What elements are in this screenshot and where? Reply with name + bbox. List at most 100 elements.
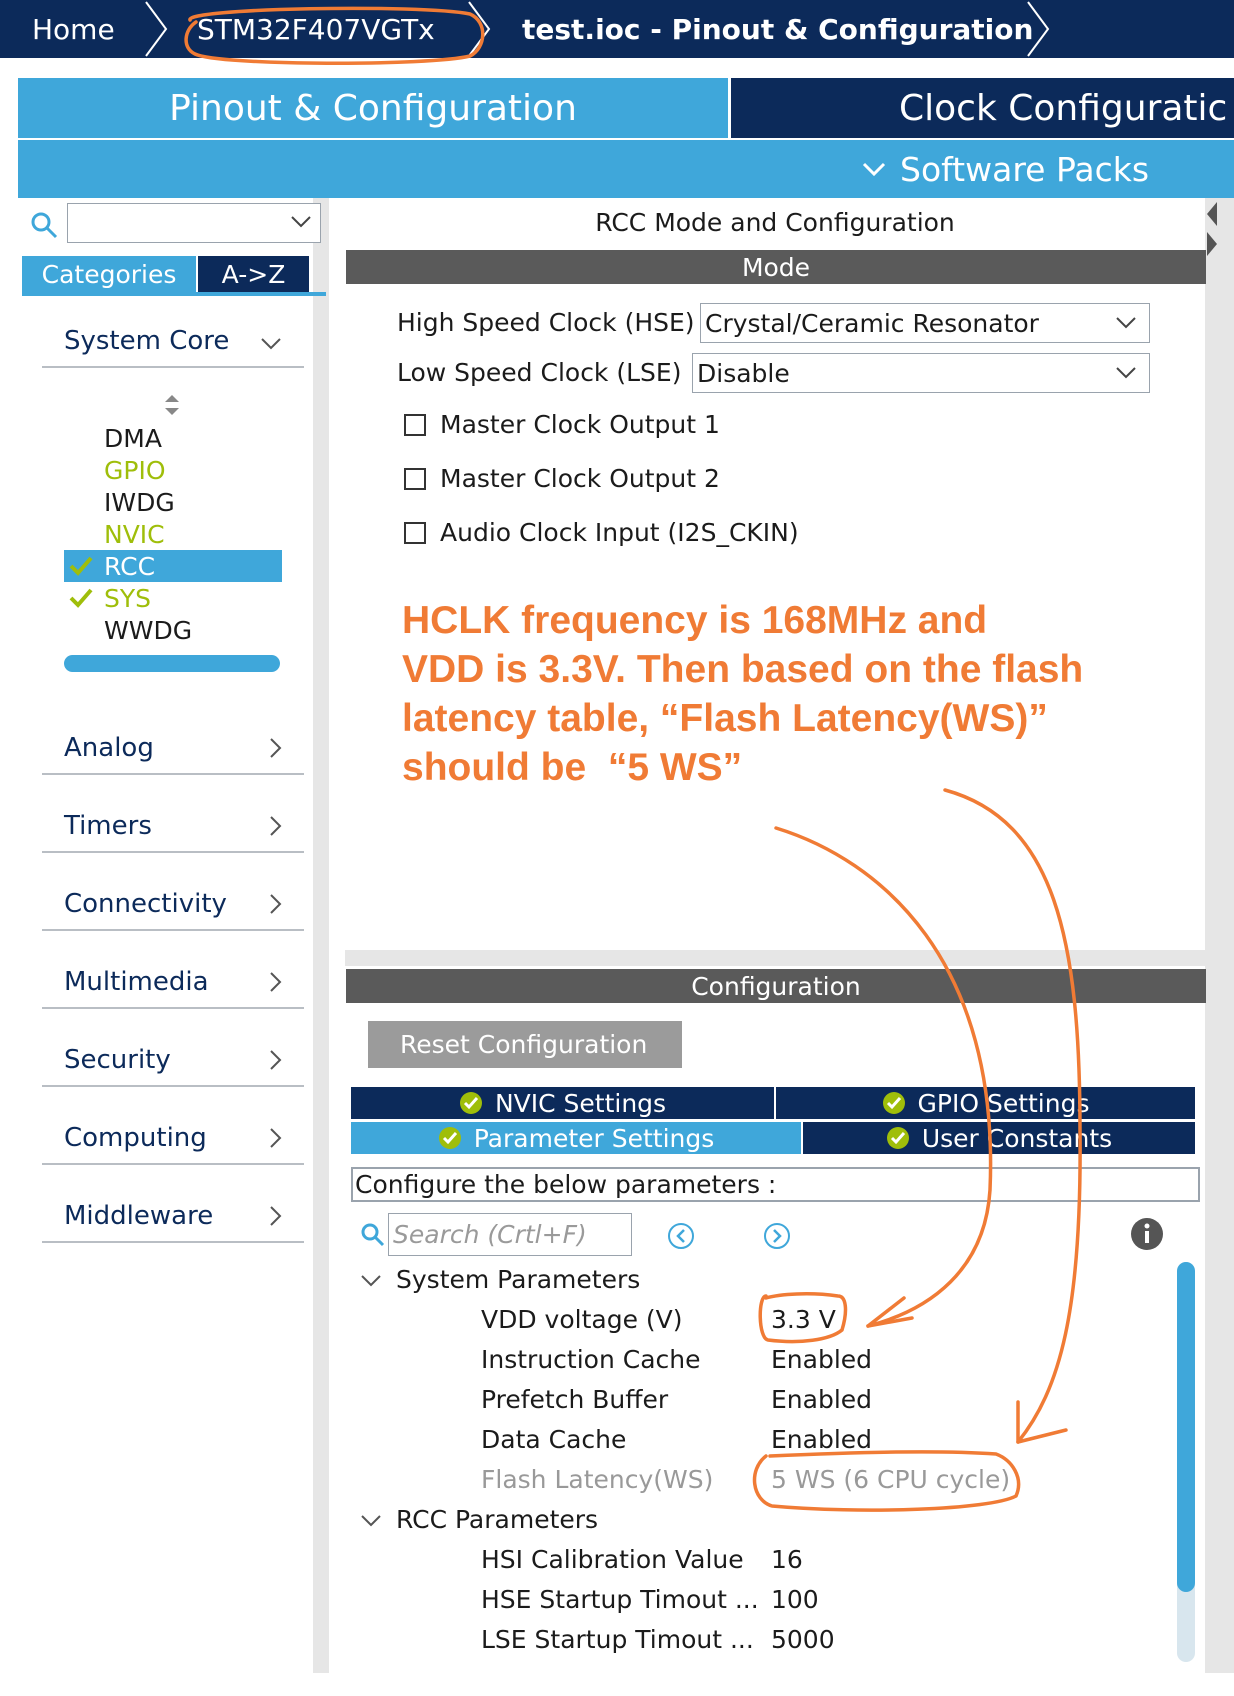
tab-categories[interactable]: Categories xyxy=(22,256,196,293)
tab-clock-configuration[interactable]: Clock Configuratic xyxy=(731,78,1234,138)
hse-label: High Speed Clock (HSE) xyxy=(397,308,695,337)
category-label: System Core xyxy=(64,326,230,356)
parameter-search-input[interactable]: Search (Crtl+F) xyxy=(388,1213,632,1256)
configure-parameters-label: Configure the below parameters : xyxy=(351,1167,1200,1202)
param-flash-latency-value: 5 WS (6 CPU cycle) xyxy=(771,1465,1011,1494)
category-item-wwdg[interactable]: WWDG xyxy=(104,614,192,646)
breadcrumb-device[interactable]: STM32F407VGTx xyxy=(197,0,435,58)
chevron-down-icon[interactable] xyxy=(360,1273,382,1289)
hse-select[interactable]: Crystal/Ceramic Resonator xyxy=(700,303,1150,343)
param-hse-timeout-value[interactable]: 100 xyxy=(771,1585,819,1614)
param-hsi-calibration-label: HSI Calibration Value xyxy=(481,1545,744,1574)
system-parameters-group[interactable]: System Parameters xyxy=(396,1265,640,1294)
mco1-checkbox[interactable] xyxy=(404,413,426,436)
category-multimedia[interactable]: Multimedia xyxy=(42,951,304,1009)
tab-parameter-settings[interactable]: Parameter Settings xyxy=(351,1122,801,1154)
breadcrumb-home[interactable]: Home xyxy=(32,0,115,58)
param-lse-timeout-value[interactable]: 5000 xyxy=(771,1625,835,1654)
chevron-right-icon xyxy=(270,972,282,992)
previous-result-icon[interactable] xyxy=(667,1222,695,1250)
hse-select-value: Crystal/Ceramic Resonator xyxy=(705,308,1039,338)
param-vdd-label: VDD voltage (V) xyxy=(481,1305,683,1334)
category-computing[interactable]: Computing xyxy=(42,1107,304,1165)
chevron-right-icon xyxy=(270,738,282,758)
sort-icon[interactable] xyxy=(163,393,181,417)
chevron-down-icon xyxy=(862,162,886,177)
lse-select[interactable]: Disable xyxy=(692,353,1150,393)
param-vdd-value[interactable]: 3.3 V xyxy=(771,1305,836,1334)
category-connectivity[interactable]: Connectivity xyxy=(42,873,304,931)
category-middleware[interactable]: Middleware xyxy=(42,1185,304,1243)
category-system-core[interactable]: System Core xyxy=(42,310,304,368)
param-hsi-calibration-value[interactable]: 16 xyxy=(771,1545,803,1574)
tab-gpio-settings[interactable]: GPIO Settings xyxy=(776,1087,1195,1119)
category-timers[interactable]: Timers xyxy=(42,795,304,853)
software-packs-label: Software Packs xyxy=(900,149,1150,189)
tab-label: Parameter Settings xyxy=(473,1123,715,1153)
software-packs-menu[interactable]: Software Packs xyxy=(862,140,1149,198)
mco2-checkbox[interactable] xyxy=(404,467,426,490)
category-item-iwdg[interactable]: IWDG xyxy=(104,486,175,518)
check-circle-icon xyxy=(438,1127,461,1149)
mco2-checkbox-row[interactable]: Master Clock Output 2 xyxy=(404,464,720,493)
mco1-checkbox-row[interactable]: Master Clock Output 1 xyxy=(404,410,720,439)
tab-label: GPIO Settings xyxy=(917,1088,1090,1118)
tab-label: User Constants xyxy=(921,1123,1113,1153)
i2s-ckin-checkbox-row[interactable]: Audio Clock Input (I2S_CKIN) xyxy=(404,518,799,547)
category-analog[interactable]: Analog xyxy=(42,717,304,775)
configuration-header: Configuration xyxy=(346,969,1206,1003)
i2s-ckin-label: Audio Clock Input (I2S_CKIN) xyxy=(440,518,799,547)
i2s-ckin-checkbox[interactable] xyxy=(404,521,426,544)
rcc-panel-title: RCC Mode and Configuration xyxy=(595,208,955,237)
param-icache-value[interactable]: Enabled xyxy=(771,1345,872,1374)
rcc-parameters-group[interactable]: RCC Parameters xyxy=(396,1505,598,1534)
category-security[interactable]: Security xyxy=(42,1029,304,1087)
category-label: Security xyxy=(64,1045,171,1075)
horizontal-scrollbar[interactable] xyxy=(64,655,280,672)
category-label: Timers xyxy=(64,811,152,841)
check-icon xyxy=(69,588,93,608)
param-dcache-value[interactable]: Enabled xyxy=(771,1425,872,1454)
check-circle-icon xyxy=(459,1092,482,1114)
chevron-right-icon xyxy=(270,1050,282,1070)
panel-splitter[interactable] xyxy=(345,950,1205,966)
chevron-down-icon xyxy=(1116,367,1136,379)
check-icon xyxy=(69,556,93,576)
tab-nvic-settings[interactable]: NVIC Settings xyxy=(351,1087,774,1119)
next-result-icon[interactable] xyxy=(763,1222,791,1250)
category-label: Connectivity xyxy=(64,889,227,919)
category-item-nvic[interactable]: NVIC xyxy=(104,518,165,550)
check-circle-icon xyxy=(886,1127,909,1149)
search-icon[interactable] xyxy=(360,1222,386,1248)
breadcrumb: Home STM32F407VGTx test.ioc - Pinout & C… xyxy=(0,0,1234,58)
category-item-sys[interactable]: SYS xyxy=(104,582,151,614)
reset-configuration-button[interactable]: Reset Configuration xyxy=(368,1021,682,1068)
chevron-down-icon xyxy=(261,338,281,350)
mco1-label: Master Clock Output 1 xyxy=(440,410,720,439)
category-item-dma[interactable]: DMA xyxy=(104,422,162,454)
tab-a-to-z[interactable]: A->Z xyxy=(198,256,309,293)
category-tab-underline xyxy=(22,292,326,296)
category-label: Analog xyxy=(64,733,154,763)
tab-user-constants[interactable]: User Constants xyxy=(803,1122,1195,1154)
param-dcache-label: Data Cache xyxy=(481,1425,627,1454)
chevron-down-icon[interactable] xyxy=(360,1513,382,1529)
breadcrumb-project[interactable]: test.ioc - Pinout & Configuration xyxy=(522,0,1033,58)
param-hse-timeout-label: HSE Startup Timout ... xyxy=(481,1585,759,1614)
category-search-combo[interactable] xyxy=(67,203,321,243)
tab-pinout-configuration[interactable]: Pinout & Configuration xyxy=(18,78,728,138)
annotation-line: should be “5 WS” xyxy=(402,746,743,789)
category-label: Multimedia xyxy=(64,967,209,997)
right-panel-edge xyxy=(1205,198,1234,1673)
param-flash-latency-label: Flash Latency(WS) xyxy=(481,1465,714,1494)
search-icon[interactable] xyxy=(30,211,58,239)
category-item-rcc[interactable]: RCC xyxy=(104,550,155,582)
param-prefetch-value[interactable]: Enabled xyxy=(771,1385,872,1414)
vertical-scrollbar-thumb[interactable] xyxy=(1177,1262,1195,1592)
collapse-arrow-icon[interactable] xyxy=(1205,200,1219,260)
breadcrumb-separator-icon xyxy=(1027,1,1050,57)
param-icache-label: Instruction Cache xyxy=(481,1345,701,1374)
breadcrumb-separator-icon xyxy=(145,1,168,57)
info-icon[interactable] xyxy=(1130,1217,1164,1251)
category-item-gpio[interactable]: GPIO xyxy=(104,454,166,486)
